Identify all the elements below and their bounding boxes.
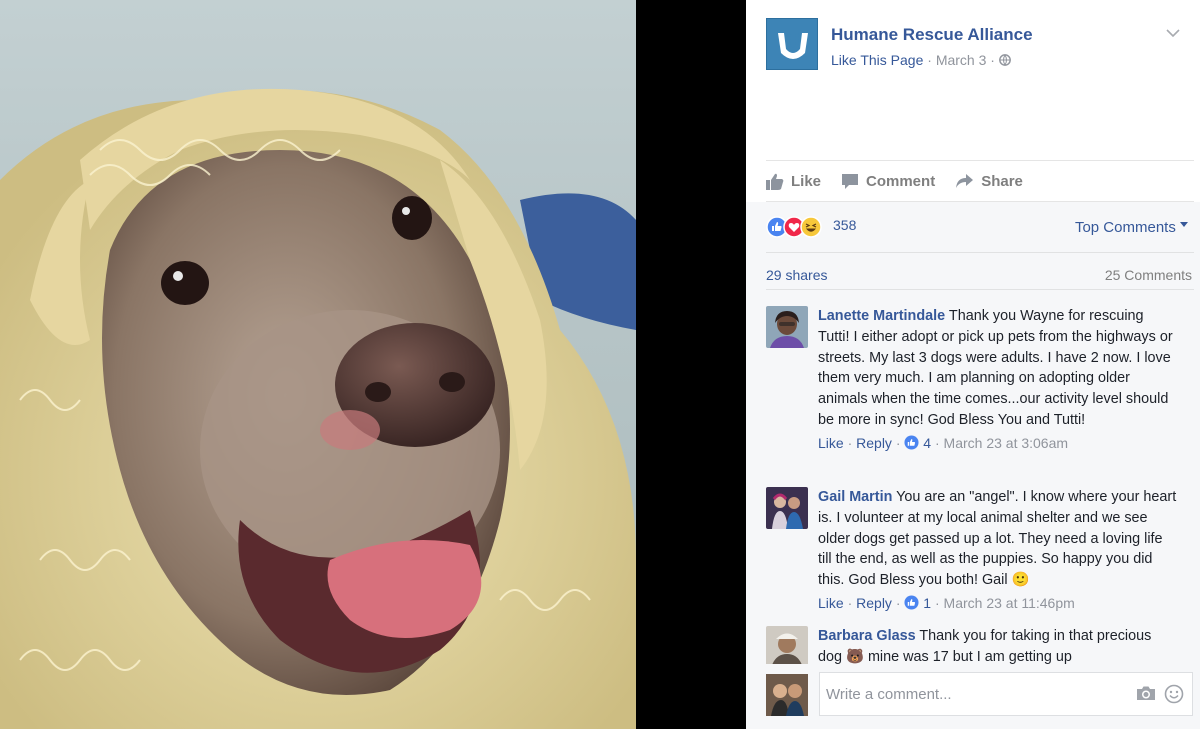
top-comments-label: Top Comments [1074, 219, 1176, 236]
haha-icon [800, 216, 822, 238]
reaction-icons[interactable] [766, 216, 830, 238]
like-icon [904, 435, 919, 456]
comment-meta: Like · Reply · 1 · March 23 at 11:46pm [818, 593, 1178, 616]
comment-button[interactable]: Comment [841, 173, 935, 190]
comment-composer: Write a comment... [746, 664, 1200, 729]
comment-item: Lanette Martindale Thank you Wayne for r… [766, 306, 1186, 478]
avatar[interactable] [766, 306, 808, 348]
comment-author-link[interactable]: Gail Martin [818, 489, 892, 505]
separator: · [990, 52, 995, 68]
page-name-link[interactable]: Humane Rescue Alliance [831, 25, 1033, 45]
share-button[interactable]: Share [955, 173, 1023, 190]
like-page-link[interactable]: Like This Page [831, 52, 923, 68]
comment-item: Gail Martin You are an "angel". I know w… [766, 487, 1186, 617]
comment-text: mine was 17 but I am getting up [867, 648, 1072, 664]
like-button[interactable]: Like [766, 173, 821, 190]
comment-button-label: Comment [866, 172, 936, 190]
reaction-count[interactable]: 358 [833, 217, 856, 233]
post-options-chevron-icon[interactable] [1166, 26, 1180, 41]
avatar[interactable] [766, 487, 808, 529]
comment-like-link[interactable]: Like [818, 595, 844, 611]
shares-row: 29 shares 25 Comments [766, 252, 1194, 290]
like-icon [904, 595, 919, 616]
post-date[interactable]: March 3 [936, 52, 987, 68]
comment-body: Gail Martin You are an "angel". I know w… [818, 487, 1178, 616]
bear-emoji: 🐻 [846, 648, 864, 664]
comment-text: Thank you Wayne for rescuing Tutti! I ei… [818, 308, 1173, 428]
avatar[interactable] [766, 626, 808, 664]
share-button-label: Share [981, 172, 1023, 190]
post-header: Humane Rescue Alliance Like This Page · … [766, 18, 1186, 74]
caret-down-icon [1180, 222, 1188, 227]
smiley-icon[interactable] [1164, 684, 1184, 709]
comment-reply-link[interactable]: Reply [856, 595, 892, 611]
comment-meta: Like · Reply · 4 · March 23 at 3:06am [818, 433, 1178, 456]
like-button-label: Like [791, 172, 822, 190]
comment-bubble-icon [842, 173, 859, 189]
comment-input-placeholder: Write a comment... [826, 686, 952, 703]
photo-letterbox [636, 0, 746, 729]
post-subline: Like This Page · March 3 · [831, 52, 1011, 68]
comment-item: Barbara Glass Thank you for taking in th… [766, 626, 1186, 664]
dog-photo-image [0, 88, 636, 729]
comment-like-count[interactable]: 4 [923, 435, 931, 451]
comment-author-link[interactable]: Lanette Martindale [818, 308, 945, 324]
reactions-row: 358 Top Comments [766, 214, 1194, 240]
comments-count[interactable]: 25 Comments [1105, 267, 1192, 283]
post-photo[interactable] [0, 0, 636, 729]
comment-input[interactable]: Write a comment... [819, 672, 1193, 716]
shares-link[interactable]: 29 shares [766, 267, 827, 283]
camera-icon[interactable] [1136, 685, 1156, 706]
separator: · [927, 52, 932, 68]
post-side-panel: Humane Rescue Alliance Like This Page · … [746, 0, 1200, 729]
thumbs-up-icon [766, 173, 784, 190]
comment-timestamp[interactable]: March 23 at 3:06am [944, 435, 1069, 451]
avatar [766, 674, 808, 716]
top-comments-dropdown[interactable]: Top Comments [1075, 219, 1188, 236]
comment-author-link[interactable]: Barbara Glass [818, 628, 916, 644]
smiley-emoji: 🙂 [1011, 572, 1030, 589]
comment-reply-link[interactable]: Reply [856, 435, 892, 451]
comment-body: Lanette Martindale Thank you Wayne for r… [818, 306, 1178, 456]
page-logo[interactable] [766, 18, 818, 70]
comment-like-count[interactable]: 1 [923, 595, 931, 611]
share-arrow-icon [956, 174, 974, 188]
comment-like-link[interactable]: Like [818, 435, 844, 451]
comment-body: Barbara Glass Thank you for taking in th… [818, 626, 1178, 664]
globe-icon [998, 52, 1011, 68]
post-action-bar: Like Comment Share [766, 160, 1194, 202]
comment-timestamp[interactable]: March 23 at 11:46pm [944, 595, 1075, 611]
